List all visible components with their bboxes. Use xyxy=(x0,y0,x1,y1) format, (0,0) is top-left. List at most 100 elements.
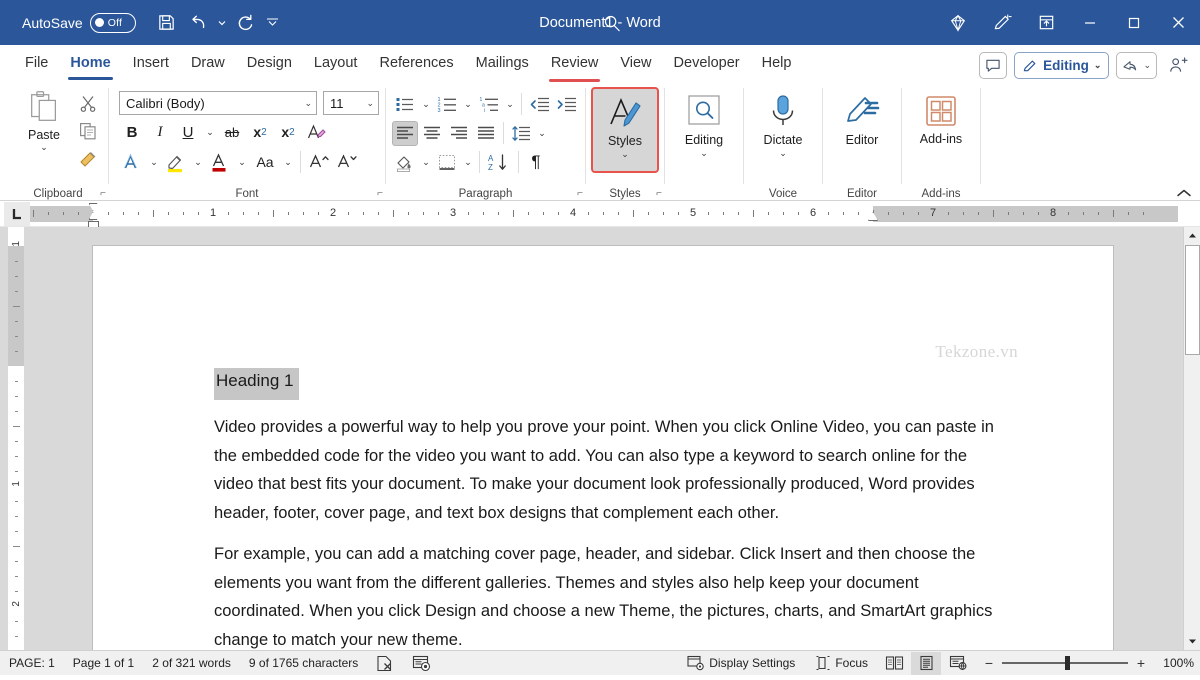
multilevel-dropdown-chevron-icon[interactable]: ⌄ xyxy=(503,91,517,117)
zoom-out-button[interactable]: − xyxy=(983,655,995,671)
character-count[interactable]: 9 of 1765 characters xyxy=(240,651,367,676)
copilot-icon[interactable] xyxy=(936,0,980,45)
line-spacing-icon[interactable] xyxy=(508,121,534,146)
increase-indent-icon[interactable] xyxy=(553,92,579,117)
subscript-button[interactable]: x2 xyxy=(247,119,273,145)
underline-dropdown-chevron-icon[interactable]: ⌄ xyxy=(203,119,217,145)
align-left-icon[interactable] xyxy=(392,121,418,146)
text-highlight-color-icon[interactable] xyxy=(163,149,189,175)
borders-icon[interactable] xyxy=(434,150,460,175)
word-count[interactable]: 2 of 321 words xyxy=(143,651,240,676)
heading-1-paragraph[interactable]: Heading 1 xyxy=(214,368,1013,400)
dictate-button[interactable]: Dictate ⌄ xyxy=(750,88,816,172)
redo-icon[interactable] xyxy=(230,8,260,38)
save-icon[interactable] xyxy=(152,8,182,38)
underline-button[interactable]: U xyxy=(175,119,201,145)
editing-button[interactable]: Editing ⌄ xyxy=(671,88,737,172)
tab-review[interactable]: Review xyxy=(540,44,610,83)
change-case-button[interactable]: Aa xyxy=(251,149,279,175)
autosave-switch[interactable]: Off xyxy=(90,13,136,33)
restore-down-icon[interactable] xyxy=(1024,0,1068,45)
read-mode-icon[interactable] xyxy=(879,652,909,675)
share-button[interactable]: ⌄ xyxy=(1116,52,1157,79)
page-of-indicator[interactable]: Page 1 of 1 xyxy=(64,651,143,676)
document-page[interactable]: Heading 1 Video provides a powerful way … xyxy=(93,246,1113,650)
tab-design[interactable]: Design xyxy=(236,44,303,83)
shading-icon[interactable] xyxy=(392,150,418,175)
justify-icon[interactable] xyxy=(473,121,499,146)
italic-button[interactable]: I xyxy=(147,119,173,145)
align-right-icon[interactable] xyxy=(446,121,472,146)
vertical-scrollbar[interactable] xyxy=(1183,227,1200,650)
document-content[interactable]: Heading 1 Video provides a powerful way … xyxy=(214,368,1013,650)
add-ins-button[interactable]: Add-ins xyxy=(908,88,974,172)
font-size-combobox[interactable]: 11 ⌄ xyxy=(323,91,379,115)
bullet-list-icon[interactable] xyxy=(392,92,418,117)
vertical-ruler[interactable]: 112 xyxy=(8,227,24,650)
copy-icon[interactable] xyxy=(74,118,102,144)
decrease-indent-icon[interactable] xyxy=(526,92,552,117)
bold-button[interactable]: B xyxy=(119,119,145,145)
grow-font-icon[interactable] xyxy=(306,149,332,175)
superscript-button[interactable]: x2 xyxy=(275,119,301,145)
display-settings-button[interactable]: Display Settings xyxy=(678,651,804,676)
print-layout-icon[interactable] xyxy=(911,652,941,675)
change-case-dropdown-chevron-icon[interactable]: ⌄ xyxy=(281,149,295,175)
minimize-icon[interactable] xyxy=(1068,0,1112,45)
font-name-combobox[interactable]: Calibri (Body) ⌄ xyxy=(119,91,317,115)
cut-scissors-icon[interactable] xyxy=(74,90,102,116)
page-indicator[interactable]: PAGE: 1 xyxy=(0,651,64,676)
tab-home[interactable]: Home xyxy=(59,44,121,83)
shrink-font-icon[interactable] xyxy=(334,149,360,175)
tab-draw[interactable]: Draw xyxy=(180,44,236,83)
draw-pen-icon[interactable] xyxy=(980,0,1024,45)
tab-layout[interactable]: Layout xyxy=(303,44,369,83)
multilevel-list-icon[interactable]: 1ai xyxy=(476,92,502,117)
line-spacing-dropdown-chevron-icon[interactable]: ⌄ xyxy=(535,120,549,146)
show-formatting-marks-icon[interactable]: ¶ xyxy=(523,150,549,175)
styles-button[interactable]: Styles ⌄ xyxy=(592,88,658,172)
tab-developer[interactable]: Developer xyxy=(663,44,751,83)
tab-insert[interactable]: Insert xyxy=(122,44,180,83)
tab-help[interactable]: Help xyxy=(751,44,803,83)
close-icon[interactable] xyxy=(1156,0,1200,45)
undo-icon[interactable] xyxy=(184,8,214,38)
zoom-slider-thumb[interactable] xyxy=(1065,656,1070,670)
paste-button[interactable]: Paste ⌄ xyxy=(14,88,74,153)
styles-dialog-launcher[interactable]: ⌐ xyxy=(656,188,662,199)
align-center-icon[interactable] xyxy=(419,121,445,146)
body-paragraph-2[interactable]: For example, you can add a matching cove… xyxy=(214,540,994,650)
body-paragraph-1[interactable]: Video provides a powerful way to help yo… xyxy=(214,413,994,527)
tab-mailings[interactable]: Mailings xyxy=(465,44,540,83)
font-color-dropdown-chevron-icon[interactable]: ⌄ xyxy=(235,149,249,175)
zoom-level-label[interactable]: 100% xyxy=(1154,656,1194,670)
focus-button[interactable]: Focus xyxy=(806,651,877,676)
maximize-icon[interactable] xyxy=(1112,0,1156,45)
tab-references[interactable]: References xyxy=(368,44,464,83)
autosave-toggle[interactable]: AutoSave Off xyxy=(22,13,136,33)
zoom-in-button[interactable]: + xyxy=(1135,655,1147,671)
proofing-errors-icon[interactable] xyxy=(367,651,403,676)
collapse-ribbon-chevron-icon[interactable] xyxy=(1176,188,1192,198)
text-effects-icon[interactable] xyxy=(119,149,145,175)
font-dialog-launcher[interactable]: ⌐ xyxy=(377,188,383,199)
bullets-dropdown-chevron-icon[interactable]: ⌄ xyxy=(419,91,433,117)
numbering-dropdown-chevron-icon[interactable]: ⌄ xyxy=(461,91,475,117)
editing-mode-button[interactable]: Editing ⌄ xyxy=(1014,52,1109,79)
clear-formatting-icon[interactable] xyxy=(303,119,329,145)
shading-dropdown-chevron-icon[interactable]: ⌄ xyxy=(419,149,433,175)
tab-file[interactable]: File xyxy=(14,44,59,83)
accessibility-checker-icon[interactable] xyxy=(403,651,440,676)
numbered-list-icon[interactable]: 123 xyxy=(434,92,460,117)
borders-dropdown-chevron-icon[interactable]: ⌄ xyxy=(461,149,475,175)
format-painter-icon[interactable] xyxy=(74,146,102,172)
search-icon[interactable] xyxy=(598,10,626,36)
comment-icon[interactable] xyxy=(979,52,1007,79)
undo-dropdown-chevron-icon[interactable] xyxy=(216,8,228,38)
left-tab-stop-icon[interactable] xyxy=(4,202,30,226)
clipboard-dialog-launcher[interactable]: ⌐ xyxy=(100,188,106,199)
customize-quick-access-toolbar-icon[interactable] xyxy=(262,8,284,38)
font-color-icon[interactable] xyxy=(207,149,233,175)
strikethrough-button[interactable]: ab xyxy=(219,119,245,145)
scrollbar-thumb[interactable] xyxy=(1185,245,1200,355)
